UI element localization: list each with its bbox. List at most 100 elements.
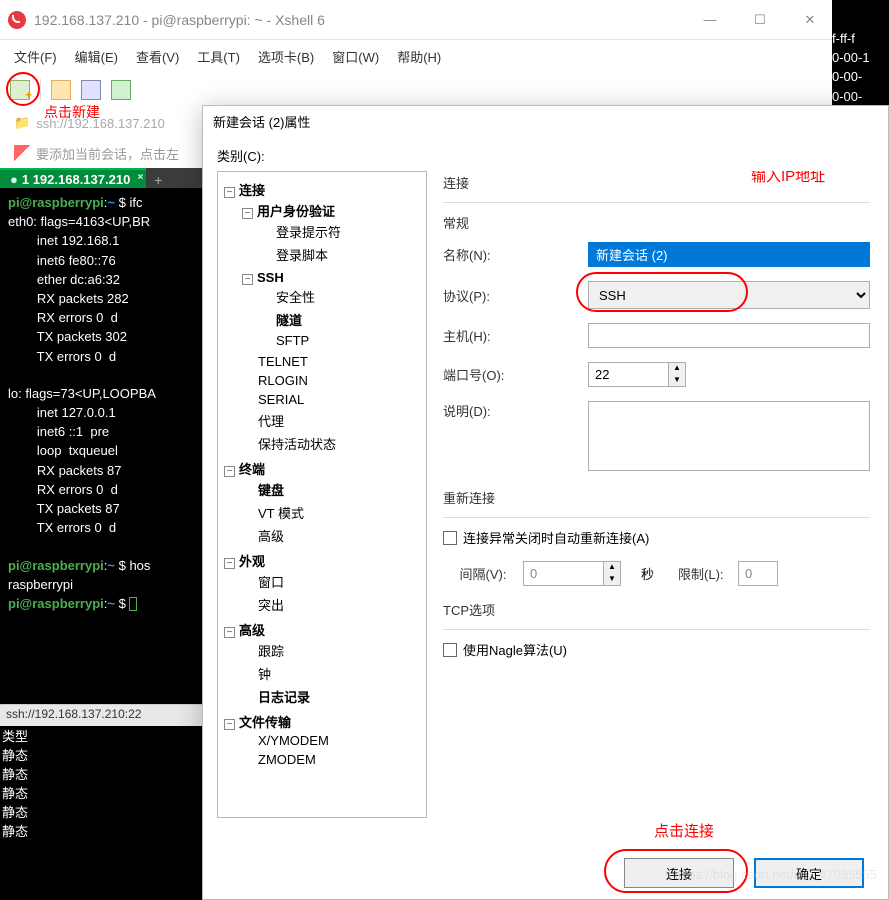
separator: [443, 517, 870, 518]
tree-toggle-icon[interactable]: −: [242, 274, 253, 285]
tree-rlogin[interactable]: RLOGIN: [242, 371, 422, 390]
tab-close-icon[interactable]: ×: [137, 172, 143, 183]
ok-button[interactable]: 确定: [754, 858, 864, 888]
toolbar: + 点击新建: [0, 72, 832, 108]
titlebar: 192.168.137.210 - pi@raspberrypi: ~ - Xs…: [0, 0, 832, 40]
menu-window[interactable]: 窗口(W): [332, 47, 379, 66]
separator: [443, 629, 870, 630]
new-session-icon[interactable]: +: [10, 80, 30, 100]
close-button[interactable]: ✕: [796, 12, 824, 28]
nagle-checkbox[interactable]: 使用Nagle算法(U): [443, 640, 567, 659]
port-input[interactable]: [588, 362, 668, 387]
maximize-button[interactable]: ☐: [746, 12, 774, 28]
tree-security[interactable]: 安全性: [260, 285, 422, 308]
auto-reconnect-checkbox[interactable]: 连接异常关闭时自动重新连接(A): [443, 528, 649, 547]
tool-icon[interactable]: [51, 80, 71, 100]
menu-tools[interactable]: 工具(T): [197, 47, 240, 66]
limit-label: 限制(L):: [678, 564, 738, 583]
host-input[interactable]: [588, 323, 870, 348]
group-reconnect: 重新连接: [443, 488, 870, 507]
tool-icon[interactable]: [81, 80, 101, 100]
tree-login-script[interactable]: 登录脚本: [260, 243, 422, 266]
tree-toggle-icon[interactable]: −: [224, 187, 235, 198]
port-label: 端口号(O):: [443, 365, 588, 384]
tree-keyboard[interactable]: 键盘: [242, 478, 422, 501]
host-label: 主机(H):: [443, 326, 588, 345]
auto-reconnect-label: 连接异常关闭时自动重新连接(A): [463, 528, 649, 547]
flag-icon: [14, 145, 30, 161]
tree-zmodem[interactable]: ZMODEM: [242, 750, 422, 769]
tree-advanced[interactable]: 高级: [239, 623, 265, 638]
category-tree[interactable]: −连接 −用户身份验证 登录提示符 登录脚本 −SSH 安全性: [217, 171, 427, 818]
cursor-icon: [129, 597, 137, 611]
dialog-buttons: 连接 确定: [217, 847, 874, 899]
desc-label: 说明(D):: [443, 401, 588, 420]
desc-input[interactable]: [588, 401, 870, 471]
tab-add-button[interactable]: +: [146, 172, 170, 188]
tree-tunnel[interactable]: 隧道: [260, 308, 422, 331]
menu-help[interactable]: 帮助(H): [397, 47, 441, 66]
name-label: 名称(N):: [443, 245, 588, 264]
interval-spinner[interactable]: ▲▼: [603, 561, 621, 586]
tree-ssh[interactable]: SSH: [257, 270, 284, 285]
checkbox-icon: [443, 643, 457, 657]
tree-adv-t[interactable]: 高级: [242, 524, 422, 547]
tree-toggle-icon[interactable]: −: [224, 627, 235, 638]
separator: [443, 202, 870, 203]
tree-toggle-icon[interactable]: −: [224, 558, 235, 569]
dialog-title: 新建会话 (2)属性: [203, 106, 888, 136]
menu-edit[interactable]: 编辑(E): [75, 47, 118, 66]
annotation-connect: 点击连接: [217, 820, 714, 841]
tree-log[interactable]: 日志记录: [242, 685, 422, 708]
tree-toggle-icon[interactable]: −: [224, 719, 235, 730]
name-input[interactable]: [590, 244, 868, 265]
tree-keepalive[interactable]: 保持活动状态: [242, 432, 422, 455]
spin-down-icon: ▼: [669, 375, 685, 387]
tree-login-prompt[interactable]: 登录提示符: [260, 220, 422, 243]
interval-label: 间隔(V):: [443, 564, 523, 583]
menu-view[interactable]: 查看(V): [136, 47, 179, 66]
tree-xymodem[interactable]: X/YMODEM: [242, 731, 422, 750]
tree-transfer[interactable]: 文件传输: [239, 715, 291, 730]
nagle-label: 使用Nagle算法(U): [463, 640, 567, 659]
tree-connection[interactable]: 连接: [239, 183, 265, 198]
tree-telnet[interactable]: TELNET: [242, 352, 422, 371]
tree-trace[interactable]: 跟踪: [242, 639, 422, 662]
checkbox-icon: [443, 531, 457, 545]
new-session-dialog: 新建会话 (2)属性 类别(C): −连接 −用户身份验证 登录提示符 登录脚本: [202, 105, 889, 900]
proto-label: 协议(P):: [443, 286, 588, 305]
window-title: 192.168.137.210 - pi@raspberrypi: ~ - Xs…: [34, 12, 696, 28]
menu-tabs[interactable]: 选项卡(B): [258, 47, 314, 66]
tree-appearance[interactable]: 外观: [239, 554, 265, 569]
tree-vt[interactable]: VT 模式: [242, 501, 422, 524]
group-general: 常规: [443, 213, 870, 232]
tree-proxy[interactable]: 代理: [242, 409, 422, 432]
sec-label: 秒: [641, 564, 654, 583]
tree-auth[interactable]: 用户身份验证: [257, 204, 335, 219]
group-tcp: TCP选项: [443, 600, 870, 619]
tree-bell[interactable]: 钟: [242, 662, 422, 685]
name-field-wrap: [588, 242, 870, 267]
tree-terminal[interactable]: 终端: [239, 462, 265, 477]
toolbar-separator: [40, 79, 41, 101]
menu-file[interactable]: 文件(F): [14, 47, 57, 66]
interval-input[interactable]: [523, 561, 603, 586]
tab-session[interactable]: ● 1 192.168.137.210 ×: [0, 168, 146, 188]
form-panel: 连接 输入IP地址 常规 名称(N): 协议(P): SSH: [441, 171, 874, 818]
section-title: 连接: [443, 173, 870, 192]
tree-toggle-icon[interactable]: −: [242, 208, 253, 219]
tree-serial[interactable]: SERIAL: [242, 390, 422, 409]
tree-toggle-icon[interactable]: −: [224, 466, 235, 477]
folder-icon: 📁: [14, 115, 30, 131]
limit-input[interactable]: [738, 561, 778, 586]
tree-highlight[interactable]: 突出: [242, 593, 422, 616]
xshell-icon: [8, 11, 26, 29]
protocol-select[interactable]: SSH: [588, 281, 870, 309]
tree-sftp[interactable]: SFTP: [260, 331, 422, 350]
connect-button[interactable]: 连接: [624, 858, 734, 888]
tree-window[interactable]: 窗口: [242, 570, 422, 593]
minimize-button[interactable]: —: [696, 12, 724, 28]
tool-icon[interactable]: [111, 80, 131, 100]
port-spinner[interactable]: ▲▼: [668, 362, 686, 387]
tab-label: 1 192.168.137.210: [22, 172, 130, 187]
